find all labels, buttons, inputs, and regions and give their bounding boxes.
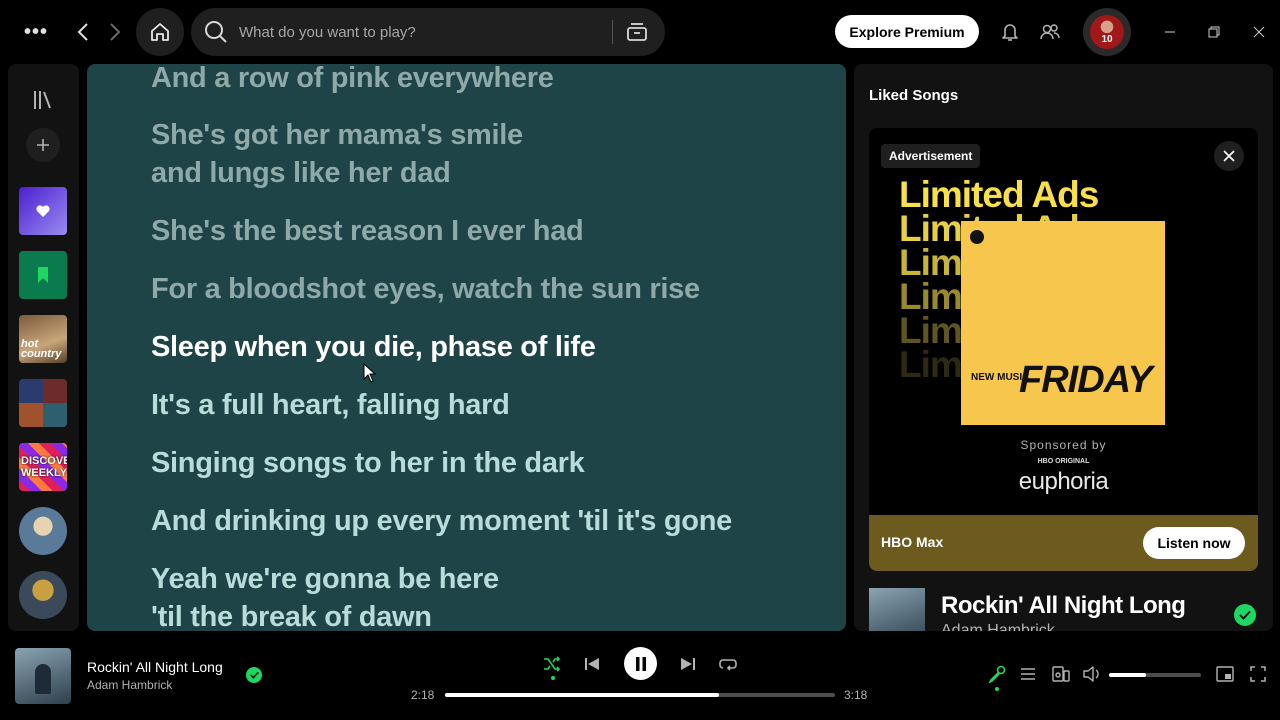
lyrics-icon[interactable] xyxy=(987,664,1007,684)
repeat-icon[interactable] xyxy=(716,652,740,676)
create-playlist-button[interactable] xyxy=(26,128,60,162)
now-playing-view: Liked Songs Limited Ads Limited Ads Limi… xyxy=(854,64,1273,631)
lyric-line[interactable]: Singing songs to her in the dark xyxy=(151,444,585,482)
player-track-artist[interactable]: Adam Hambrick xyxy=(87,678,172,692)
restore-icon[interactable] xyxy=(1202,20,1226,44)
progress-bar[interactable] xyxy=(445,693,835,697)
lyric-line[interactable]: And a row of pink everywhere xyxy=(151,64,554,97)
explore-premium-button[interactable]: Explore Premium xyxy=(835,15,979,48)
advertiser-name: HBO Max xyxy=(881,534,944,550)
sponsored-by-text: Sponsored by xyxy=(1020,438,1107,452)
more-dots-icon[interactable]: ••• xyxy=(20,18,52,46)
player-album-art[interactable] xyxy=(15,648,71,704)
search-divider xyxy=(612,20,613,44)
shuffle-active-dot xyxy=(551,676,555,680)
bell-icon[interactable] xyxy=(998,20,1022,44)
previous-track-icon[interactable] xyxy=(580,652,604,676)
connect-device-icon[interactable] xyxy=(1051,664,1071,684)
lyric-line[interactable]: Yeah we're gonna be here xyxy=(151,560,499,598)
liked-check-icon[interactable] xyxy=(1234,604,1256,626)
search-input[interactable] xyxy=(239,20,599,44)
listen-now-button[interactable]: Listen now xyxy=(1143,527,1245,559)
search-icon xyxy=(203,19,229,45)
home-button[interactable] xyxy=(136,8,184,56)
progress-fill xyxy=(445,693,720,697)
now-playing-title[interactable]: Rockin' All Night Long xyxy=(941,592,1186,620)
new-music-friday-cover: NEW MUSIC FRIDAY xyxy=(961,221,1165,425)
queue-icon[interactable] xyxy=(1018,664,1038,684)
close-icon xyxy=(1223,150,1235,162)
sidebar-item-mix[interactable] xyxy=(19,379,67,427)
liked-check-icon[interactable] xyxy=(246,667,262,683)
advertisement-card[interactable]: Limited Ads Limited Ads Limited Ads Limi… xyxy=(869,128,1258,571)
cover-big-text: FRIDAY xyxy=(1019,359,1153,401)
now-playing-row: Rockin' All Night Long Adam Hambrick xyxy=(869,588,1258,631)
sidebar-item-liked-songs[interactable] xyxy=(19,187,67,235)
lyric-line-active[interactable]: Sleep when you die, phase of life xyxy=(151,328,596,366)
total-time: 3:18 xyxy=(844,688,868,702)
lyrics-active-dot xyxy=(995,687,999,691)
search-bar xyxy=(191,8,665,56)
sponsor-small-text: HBO ORIGINAL xyxy=(1037,458,1090,465)
sidebar-item-discover-weekly[interactable]: DISCOVER WEEKLY xyxy=(19,443,67,491)
bookmark-icon xyxy=(38,267,48,283)
advertisement-badge: Advertisement xyxy=(881,144,981,168)
close-window-icon[interactable] xyxy=(1247,20,1271,44)
pause-icon xyxy=(635,656,646,671)
browse-icon[interactable] xyxy=(623,19,651,45)
minimize-icon[interactable] xyxy=(1158,20,1182,44)
top-bar: ••• Explore Premium 10 xyxy=(0,0,1280,64)
shuffle-icon[interactable] xyxy=(540,652,564,676)
mouse-cursor-icon xyxy=(363,363,377,383)
volume-slider[interactable] xyxy=(1109,673,1201,677)
heart-icon xyxy=(36,205,50,217)
now-playing-artist[interactable]: Adam Hambrick xyxy=(941,622,1055,631)
close-ad-button[interactable] xyxy=(1214,141,1244,171)
album-art[interactable] xyxy=(869,588,925,631)
player-bar: Rockin' All Night Long Adam Hambrick 2:1… xyxy=(0,640,1280,720)
library-icon[interactable] xyxy=(27,84,59,116)
pause-button[interactable] xyxy=(624,647,657,680)
ad-headline: Limited Ads xyxy=(899,174,1099,215)
next-track-icon[interactable] xyxy=(676,652,700,676)
sidebar-item-artist-2[interactable] xyxy=(19,571,67,619)
sponsor-logo-text: euphoria xyxy=(1018,468,1109,495)
lyric-line[interactable]: 'til the break of dawn xyxy=(151,598,432,631)
sidebar-item-your-episodes[interactable] xyxy=(19,251,67,299)
lyrics-panel: And a row of pink everywhere She's got h… xyxy=(87,64,846,631)
sidebar-item-hot-country[interactable]: hot country xyxy=(19,315,67,363)
fullscreen-icon[interactable] xyxy=(1248,664,1268,684)
discover-weekly-cover-text: DISCOVER WEEKLY xyxy=(21,455,67,479)
lyric-line[interactable]: And drinking up every moment 'til it's g… xyxy=(151,502,732,540)
lyric-line[interactable]: She's the best reason I ever had xyxy=(151,212,584,250)
volume-fill xyxy=(1109,673,1146,677)
back-button[interactable] xyxy=(70,18,96,46)
avatar-image: 10 xyxy=(1090,15,1124,49)
sidebar-item-artist-1[interactable] xyxy=(19,507,67,555)
lyric-line[interactable]: and lungs like her dad xyxy=(151,154,451,192)
lyric-line[interactable]: For a bloodshot eyes, watch the sun rise xyxy=(151,270,700,308)
current-time: 2:18 xyxy=(411,688,435,702)
lyric-line[interactable]: It's a full heart, falling hard xyxy=(151,386,510,424)
volume-icon[interactable] xyxy=(1082,664,1102,684)
spotify-logo-icon xyxy=(970,230,984,244)
ad-footer: HBO Max Listen now xyxy=(869,515,1258,571)
library-sidebar: hot country DISCOVER WEEKLY xyxy=(8,64,79,631)
home-icon xyxy=(151,23,169,41)
panel-title[interactable]: Liked Songs xyxy=(869,87,958,104)
miniplayer-icon[interactable] xyxy=(1215,664,1235,684)
player-track-title[interactable]: Rockin' All Night Long xyxy=(87,659,223,675)
lyric-line[interactable]: She's got her mama's smile xyxy=(151,116,523,154)
avatar[interactable]: 10 xyxy=(1083,8,1131,56)
friend-activity-icon[interactable] xyxy=(1038,20,1062,44)
forward-button[interactable] xyxy=(102,18,128,46)
plus-icon xyxy=(37,139,49,151)
hot-country-cover-text: hot country xyxy=(21,338,62,360)
